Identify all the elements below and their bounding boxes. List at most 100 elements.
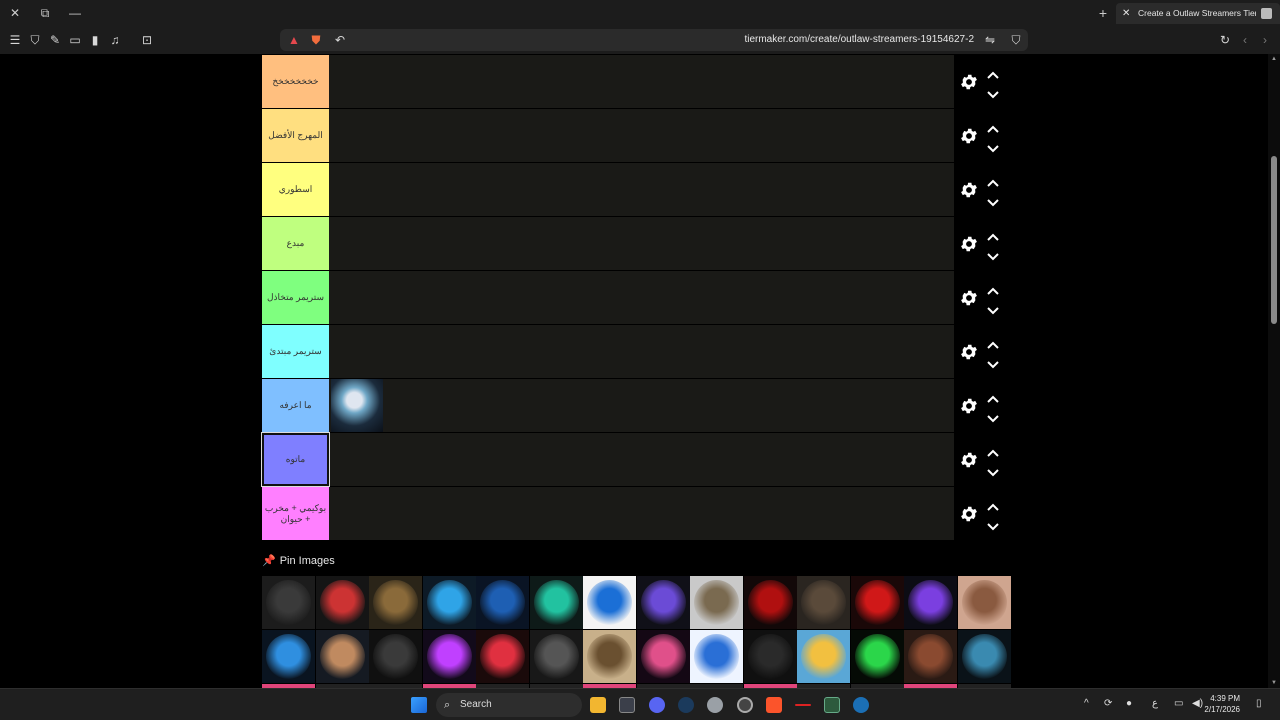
- gallery-image[interactable]: [957, 630, 1011, 683]
- network-icon[interactable]: ▭: [1174, 698, 1183, 709]
- back-arrow-icon[interactable]: ↶: [332, 32, 348, 48]
- discord-icon[interactable]: [649, 697, 665, 713]
- chevron-up-icon[interactable]: [986, 67, 1000, 79]
- bookmark-icon[interactable]: ⛉: [1008, 32, 1024, 48]
- gallery-image[interactable]: [369, 630, 422, 683]
- tier-label[interactable]: المهرج الأفضل: [262, 109, 329, 162]
- store-icon[interactable]: [619, 697, 635, 713]
- scroll-up-icon[interactable]: ▲: [1270, 56, 1278, 66]
- tier-label[interactable]: ستريمر متخاذل: [262, 271, 329, 324]
- gallery-image[interactable]: [583, 630, 636, 683]
- gallery-image[interactable]: [315, 630, 369, 683]
- gear-icon[interactable]: [959, 180, 979, 200]
- tier-drop-zone[interactable]: [330, 325, 954, 378]
- chevron-up-icon[interactable]: [986, 229, 1000, 241]
- tier-drop-zone[interactable]: [330, 487, 954, 540]
- gallery-image[interactable]: [690, 630, 743, 683]
- tier-drop-zone[interactable]: [330, 379, 954, 432]
- tier-label[interactable]: ما اعرفه: [262, 379, 329, 432]
- gallery-image[interactable]: [315, 576, 369, 629]
- tier-label[interactable]: ماتوه: [261, 432, 330, 487]
- app-line-icon[interactable]: [795, 704, 811, 706]
- chevron-down-icon[interactable]: [986, 411, 1000, 423]
- gallery-image[interactable]: [529, 630, 583, 683]
- windows-start-icon[interactable]: [411, 697, 427, 713]
- gallery-image[interactable]: [690, 576, 743, 629]
- language-icon[interactable]: ع: [1152, 698, 1158, 709]
- gear-icon[interactable]: [959, 126, 979, 146]
- back-icon[interactable]: ‹: [1237, 32, 1253, 48]
- streamer-avatar[interactable]: [331, 379, 383, 432]
- music-icon[interactable]: ♫: [107, 32, 123, 48]
- settings-gear-icon[interactable]: [707, 697, 723, 713]
- chevron-up-icon[interactable]: [986, 445, 1000, 457]
- tier-label[interactable]: بوكيمي + مخرب + حيوان: [262, 487, 329, 540]
- gallery-image[interactable]: [904, 630, 957, 683]
- steam-2-icon[interactable]: [853, 697, 869, 713]
- notification-icon[interactable]: ▯: [1256, 698, 1262, 709]
- shield-icon[interactable]: ⛉: [27, 32, 43, 48]
- gallery-image[interactable]: [422, 576, 476, 629]
- chevron-up-icon[interactable]: [986, 175, 1000, 187]
- tray-chevron-icon[interactable]: ^: [1084, 698, 1089, 709]
- gallery-image[interactable]: [636, 576, 690, 629]
- gallery-image[interactable]: [797, 630, 850, 683]
- tab-close-icon[interactable]: ✕: [1122, 3, 1130, 24]
- chevron-down-icon[interactable]: [986, 357, 1000, 369]
- gear-icon[interactable]: [959, 342, 979, 362]
- tabs-icon[interactable]: ▭: [67, 32, 83, 48]
- address-bar[interactable]: ▲ ⛊ ↶ tiermaker.com/create/outlaw-stream…: [280, 29, 1028, 51]
- sync-icon[interactable]: ⟳: [1104, 698, 1112, 709]
- volume-icon[interactable]: ◀): [1192, 698, 1203, 709]
- gallery-image[interactable]: [904, 576, 957, 629]
- brave-rewards-icon[interactable]: ▲: [286, 32, 302, 48]
- chevron-down-icon[interactable]: [986, 249, 1000, 261]
- chevron-down-icon[interactable]: [986, 141, 1000, 153]
- scroll-down-icon[interactable]: ▼: [1270, 680, 1278, 686]
- brave-browser-icon[interactable]: [766, 697, 782, 713]
- pin-icon[interactable]: ✎: [47, 32, 63, 48]
- tier-drop-zone[interactable]: [330, 109, 954, 162]
- tier-label[interactable]: اسطوري: [262, 163, 329, 216]
- brave-shield-icon[interactable]: ⛊: [308, 32, 324, 48]
- screenshot-icon[interactable]: ⊡: [139, 32, 155, 48]
- menu-icon[interactable]: ☰: [7, 32, 23, 48]
- gallery-image[interactable]: [797, 576, 850, 629]
- gear-icon[interactable]: [959, 504, 979, 524]
- tier-label[interactable]: خخخخخخخخ: [262, 55, 329, 108]
- tier-drop-zone[interactable]: [330, 217, 954, 270]
- tab-active[interactable]: ✕ Create a Outlaw Streamers Tier List: [1116, 3, 1280, 24]
- steam-icon[interactable]: [678, 697, 694, 713]
- page-scrollbar[interactable]: ▲ ▼: [1268, 54, 1280, 688]
- gear-icon[interactable]: [959, 234, 979, 254]
- taskbar-search[interactable]: ⌕ Search: [436, 693, 582, 717]
- url-text[interactable]: tiermaker.com/create/outlaw-streamers-19…: [744, 29, 974, 51]
- tier-drop-zone[interactable]: [330, 433, 954, 486]
- gallery-image[interactable]: [636, 630, 690, 683]
- gear-icon[interactable]: [959, 450, 979, 470]
- chevron-up-icon[interactable]: [986, 121, 1000, 133]
- gallery-image[interactable]: [583, 576, 636, 629]
- chevron-up-icon[interactable]: [986, 337, 1000, 349]
- file-explorer-icon[interactable]: [590, 697, 606, 713]
- forward-icon[interactable]: ›: [1257, 32, 1273, 48]
- scrollbar-thumb[interactable]: [1271, 156, 1277, 324]
- sidebar-toggle-icon[interactable]: [1261, 8, 1272, 19]
- gallery-image[interactable]: [262, 630, 315, 683]
- gear-icon[interactable]: [959, 288, 979, 308]
- sidebar-icon[interactable]: ▮: [87, 32, 103, 48]
- tier-label[interactable]: مبدع: [262, 217, 329, 270]
- restore-icon[interactable]: ⧉: [36, 4, 54, 22]
- gallery-image[interactable]: [743, 630, 797, 683]
- gear-icon[interactable]: [959, 396, 979, 416]
- close-window-icon[interactable]: ✕: [6, 4, 24, 22]
- site-settings-icon[interactable]: ⇋: [982, 32, 998, 48]
- obs-icon[interactable]: [737, 697, 753, 713]
- gallery-image[interactable]: [850, 576, 904, 629]
- tier-drop-zone[interactable]: [330, 271, 954, 324]
- chevron-down-icon[interactable]: [986, 87, 1000, 99]
- chevron-down-icon[interactable]: [986, 195, 1000, 207]
- gear-icon[interactable]: [959, 72, 979, 92]
- microphone-icon[interactable]: ●: [1126, 698, 1132, 709]
- gallery-image[interactable]: [422, 630, 476, 683]
